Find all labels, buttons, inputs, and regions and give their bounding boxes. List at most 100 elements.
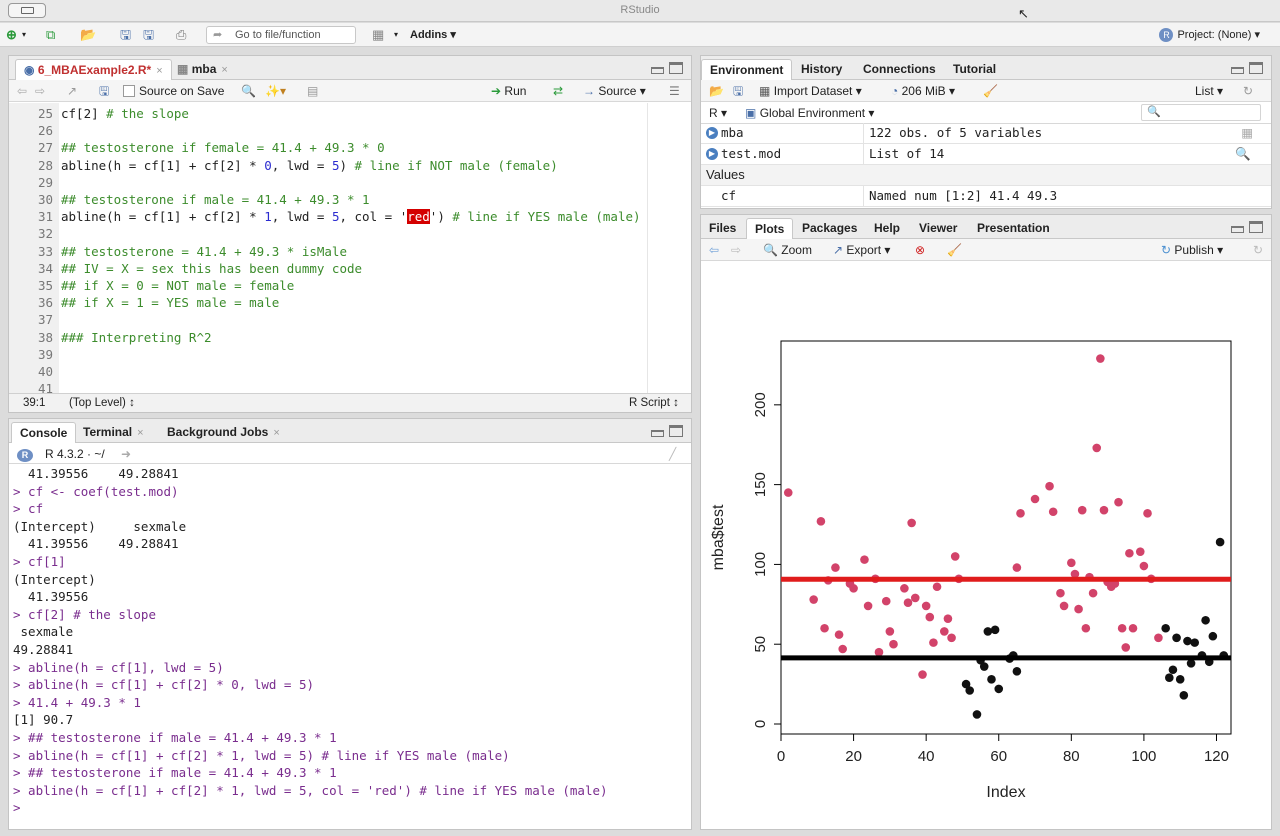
refresh-icon[interactable]: ↻: [1243, 83, 1253, 99]
source-on-save-checkbox[interactable]: Source on Save: [123, 83, 224, 99]
broom-icon[interactable]: 🧹: [947, 242, 962, 258]
maximize-icon[interactable]: [1249, 221, 1263, 233]
export-menu[interactable]: ↗ Export ▾: [833, 242, 890, 258]
view-mode-menu[interactable]: List ▾: [1195, 83, 1223, 99]
minimize-icon[interactable]: [1231, 226, 1244, 233]
code-line[interactable]: 26: [9, 122, 654, 139]
console-output[interactable]: 41.39556 49.28841 > cf <- coef(test.mod) >…: [9, 465, 691, 829]
pane-minmax-controls[interactable]: [651, 62, 685, 74]
code-line[interactable]: 29: [9, 174, 654, 191]
expand-icon[interactable]: ▶: [706, 148, 718, 160]
close-icon[interactable]: ×: [221, 64, 227, 76]
code-line[interactable]: 30 ## testosterone if male = 41.4 + 49.3 …: [9, 191, 654, 208]
previous-plot-icon[interactable]: ⇦: [709, 242, 719, 258]
memory-usage-menu[interactable]: ◔ 206 MiB ▾: [891, 83, 955, 99]
tab-editor-script[interactable]: ◉ 6_MBAExample2.R* ×: [15, 59, 172, 80]
tab-presentation[interactable]: Presentation: [969, 218, 1058, 239]
tab-files[interactable]: Files: [701, 218, 744, 239]
close-icon[interactable]: ×: [156, 65, 162, 77]
forward-icon[interactable]: ⇨: [35, 83, 45, 99]
maximize-icon[interactable]: [1249, 62, 1263, 74]
tab-viewer[interactable]: Viewer: [911, 218, 965, 239]
search-icon[interactable]: 🔍: [1235, 144, 1251, 164]
env-row[interactable]: cf Named num [1:2] 41.4 49.3: [701, 186, 1271, 207]
minimize-icon[interactable]: [651, 430, 664, 437]
tab-terminal[interactable]: Terminal ×: [75, 422, 152, 443]
close-icon[interactable]: ×: [137, 427, 143, 439]
new-project-icon[interactable]: ⧉: [46, 27, 55, 43]
code-line[interactable]: 40: [9, 363, 654, 380]
env-row[interactable]: ▶ test.mod List of 14 🔍: [701, 144, 1271, 165]
code-line[interactable]: 37: [9, 311, 654, 328]
view-table-icon[interactable]: ▦: [1241, 123, 1253, 143]
show-in-window-icon[interactable]: ↗: [67, 83, 77, 99]
remove-plot-icon[interactable]: ⊗: [915, 242, 925, 258]
editor-scrollbar[interactable]: [647, 103, 691, 393]
code-line[interactable]: 35 ## if X = 0 = NOT male = female: [9, 277, 654, 294]
code-line[interactable]: 36 ## if X = 1 = YES male = male: [9, 294, 654, 311]
run-button[interactable]: ➔ Run: [491, 83, 526, 99]
scope-menu[interactable]: (Top Level) ↕: [69, 394, 135, 412]
new-file-icon[interactable]: ⊕: [6, 27, 17, 43]
save-icon[interactable]: 🖫: [120, 27, 131, 43]
tab-environment[interactable]: Environment: [701, 59, 793, 80]
env-row[interactable]: ▶ mba 122 obs. of 5 variables ▦: [701, 123, 1271, 144]
close-icon[interactable]: ×: [273, 427, 279, 439]
load-workspace-icon[interactable]: 📂: [709, 83, 724, 99]
broom-icon[interactable]: 🧹: [983, 83, 998, 99]
maximize-icon[interactable]: [669, 62, 683, 74]
chevron-down-icon[interactable]: ▾: [394, 27, 398, 43]
print-icon[interactable]: ⎙: [176, 27, 186, 43]
publish-menu[interactable]: ↻ Publish ▾: [1161, 242, 1223, 258]
tab-packages[interactable]: Packages: [794, 218, 865, 239]
filetype-menu[interactable]: R Script ↕: [629, 394, 679, 412]
tab-plots[interactable]: Plots: [746, 218, 794, 239]
import-dataset-button[interactable]: ▦ Import Dataset ▾: [759, 83, 862, 99]
source-button[interactable]: → Source ▾: [583, 83, 646, 99]
compile-report-icon[interactable]: ▤: [307, 83, 318, 99]
expand-icon[interactable]: ▶: [706, 127, 718, 139]
grid-layout-icon[interactable]: ▦: [372, 27, 384, 43]
pane-minmax-controls[interactable]: [1231, 62, 1265, 74]
outline-icon[interactable]: ☰: [669, 83, 680, 99]
tab-help[interactable]: Help: [866, 218, 908, 239]
tab-connections[interactable]: Connections: [855, 59, 944, 80]
open-dir-icon[interactable]: ➜: [121, 446, 131, 462]
code-line[interactable]: 31 abline(h = cf[1] + cf[2] * 1, lwd = 5,…: [9, 208, 654, 225]
project-menu[interactable]: R Project: (None) ▾: [1159, 28, 1260, 42]
tab-history[interactable]: History: [793, 59, 850, 80]
tab-background-jobs[interactable]: Background Jobs ×: [159, 422, 288, 443]
code-line[interactable]: 34 ## IV = X = sex this has been dummy co…: [9, 260, 654, 277]
magic-wand-icon[interactable]: ✨▾: [265, 83, 286, 99]
zoom-button[interactable]: 🔍 Zoom: [763, 242, 812, 258]
minimize-icon[interactable]: [1231, 67, 1244, 74]
maximize-icon[interactable]: [669, 425, 683, 437]
environment-scope-menu[interactable]: ▣ Global Environment ▾: [745, 105, 874, 121]
pane-minmax-controls[interactable]: [651, 425, 685, 437]
code-line[interactable]: 27 ## testosterone if female = 41.4 + 49.…: [9, 139, 654, 156]
code-line[interactable]: 25 cf[2] # the slope: [9, 105, 654, 122]
next-plot-icon[interactable]: ⇨: [731, 242, 741, 258]
tab-editor-mba[interactable]: ▦ mba ×: [169, 59, 236, 80]
environment-search-input[interactable]: 🔍: [1141, 104, 1261, 121]
code-line[interactable]: 32: [9, 225, 654, 242]
tab-console[interactable]: Console: [11, 422, 77, 443]
code-line[interactable]: 38 ### Interpreting R^2: [9, 329, 654, 346]
rerun-icon[interactable]: ⇄: [553, 83, 563, 99]
save-icon[interactable]: 🖫: [99, 83, 109, 99]
open-file-icon[interactable]: 📂: [80, 27, 96, 43]
language-menu[interactable]: R ▾: [709, 105, 727, 121]
save-all-icon[interactable]: 🖫: [143, 27, 154, 43]
minimize-icon[interactable]: [651, 67, 664, 74]
search-icon[interactable]: 🔍: [241, 83, 256, 99]
save-workspace-icon[interactable]: 🖫: [733, 83, 743, 99]
code-line[interactable]: 39: [9, 346, 654, 363]
pane-minmax-controls[interactable]: [1231, 221, 1265, 233]
goto-file-input[interactable]: ➦ Go to file/function: [206, 26, 356, 44]
clear-console-icon[interactable]: ╱: [669, 446, 676, 462]
code-line[interactable]: 28 abline(h = cf[1] + cf[2] * 0, lwd = 5)…: [9, 157, 654, 174]
chevron-down-icon[interactable]: ▾: [22, 27, 26, 43]
back-icon[interactable]: ⇦: [17, 83, 27, 99]
tab-tutorial[interactable]: Tutorial: [945, 59, 1004, 80]
code-line[interactable]: 33 ## testosterone = 41.4 + 49.3 * isMale: [9, 243, 654, 260]
